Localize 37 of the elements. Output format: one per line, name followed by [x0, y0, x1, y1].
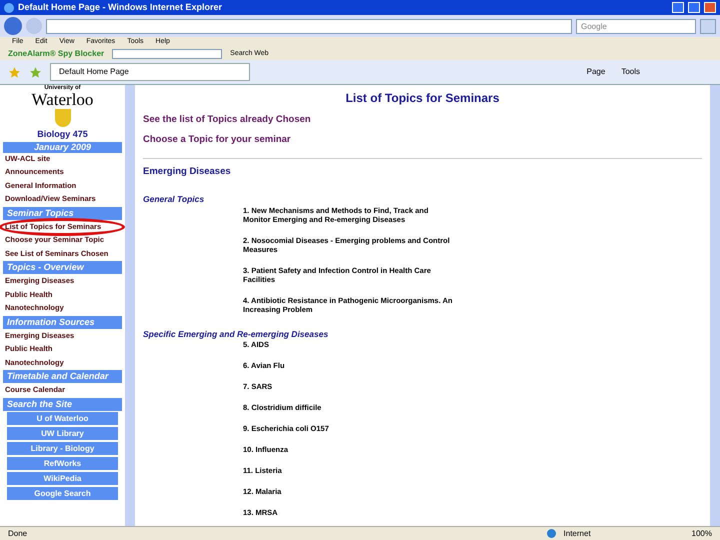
search-button[interactable] — [700, 18, 716, 34]
search-field[interactable]: Google — [576, 18, 696, 34]
course-title: Biology 475 — [37, 128, 88, 141]
status-text: Done — [8, 528, 28, 540]
address-field[interactable] — [46, 18, 572, 34]
command-button[interactable]: Page — [582, 66, 610, 78]
zoom-level[interactable]: 100% — [692, 528, 712, 540]
section-header: Search the Site — [3, 398, 122, 410]
browser-icon — [4, 2, 14, 12]
back-button[interactable] — [4, 17, 22, 35]
page-title: List of Topics for Seminars — [344, 90, 500, 107]
window-title: Default Home Page - Windows Internet Explorer — [18, 0, 223, 14]
globe-icon — [546, 529, 556, 538]
sidebar-scrollbar[interactable] — [125, 85, 135, 526]
star-icon[interactable] — [8, 66, 21, 78]
section-header: Information Sources — [3, 316, 122, 328]
browser-tab[interactable]: Default Home Page — [50, 63, 250, 81]
university-name: Waterloo — [32, 91, 94, 108]
section-header: Seminar Topics — [3, 206, 122, 220]
group-title: General Topics — [143, 192, 206, 206]
zone-text: Internet — [564, 528, 592, 540]
section-header: Timetable and Calendar — [3, 370, 122, 383]
toolbar-search-field[interactable] — [112, 49, 222, 59]
section-heading: Emerging Diseases — [143, 164, 232, 178]
term-header: January 2009 — [3, 142, 122, 152]
crest-icon — [54, 109, 70, 127]
close-button[interactable] — [704, 2, 716, 13]
star-plus-icon[interactable] — [29, 66, 42, 78]
maximize-button[interactable] — [688, 2, 700, 13]
page-link[interactable]: See the list of Topics already Chosen — [143, 113, 702, 128]
page-scrollbar[interactable] — [710, 85, 720, 526]
page-link[interactable]: Choose a Topic for your seminar — [143, 133, 702, 148]
group-title: Specific Emerging and Re-emerging Diseases — [143, 328, 330, 340]
minimize-button[interactable] — [672, 2, 684, 13]
section-header: Topics - Overview — [3, 261, 122, 274]
toolbar-brand: ZoneAlarm® Spy Blocker — [8, 48, 104, 60]
command-button[interactable]: Tools — [617, 66, 644, 78]
